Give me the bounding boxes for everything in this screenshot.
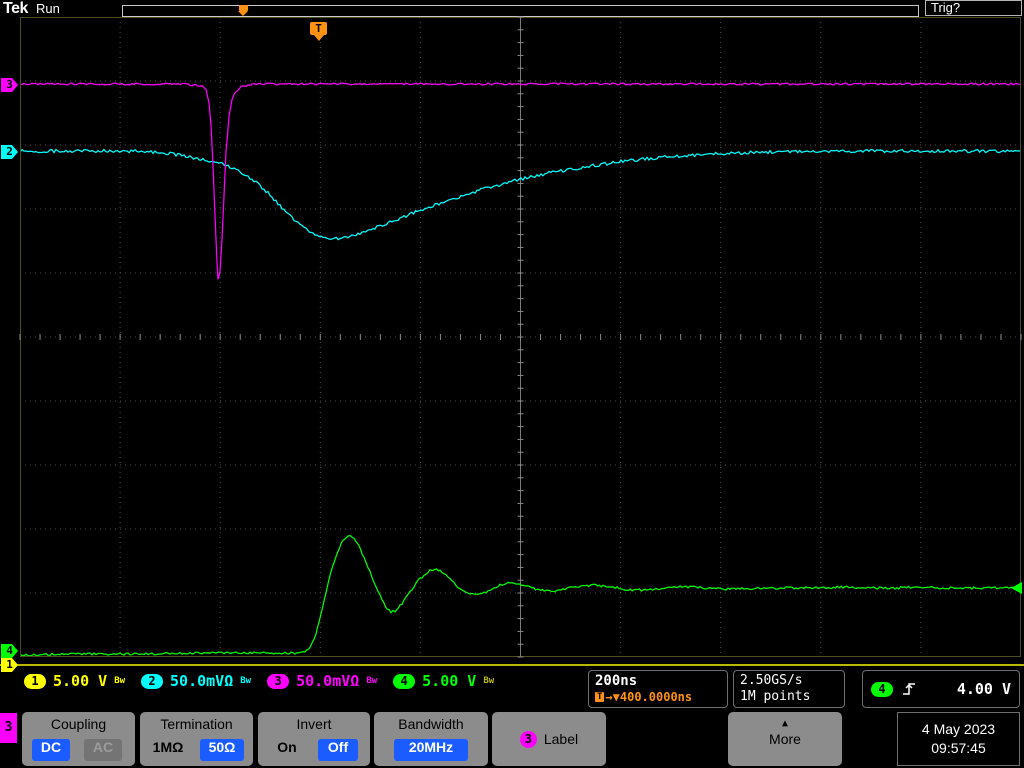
delay-value: 400.0000ns <box>619 690 693 704</box>
label-title: Label <box>543 731 579 747</box>
record-trigger-marker[interactable] <box>237 5 249 16</box>
termination-1m-option[interactable]: 1MΩ <box>146 739 190 761</box>
termination-button[interactable]: Termination 1MΩ 50Ω <box>140 712 253 766</box>
invert-title: Invert <box>296 716 332 732</box>
acquisition-status: Run <box>36 1 60 16</box>
delay-arrows-icon: →▼ <box>605 690 620 704</box>
ch2-scale-readout: 50.0mVΩ <box>170 672 234 690</box>
ch2-bandwidth-limit-icon: Bw <box>240 676 252 686</box>
ch1-badge: 1 <box>24 673 46 689</box>
timebase-scale: 200ns <box>595 673 638 689</box>
bandwidth-title: Bandwidth <box>398 716 464 732</box>
trigger-source-badge: 4 <box>871 681 893 697</box>
bandwidth-button[interactable]: Bandwidth 20MHz <box>374 712 488 766</box>
waveform-display <box>20 17 1021 657</box>
delay-trigger-icon: T <box>595 692 605 702</box>
label-channel-badge: 3 <box>519 730 537 748</box>
datetime-display: 4 May 2023 09:57:45 <box>897 712 1020 766</box>
date-text: 4 May 2023 <box>921 721 996 737</box>
trigger-flag-point-icon <box>313 35 324 41</box>
ch2-badge: 2 <box>141 673 164 689</box>
channel-1-ground-marker[interactable]: 1 <box>1 658 18 672</box>
menu-channel-tab: 3 <box>0 713 17 743</box>
invert-off-option[interactable]: Off <box>318 739 358 761</box>
coupling-dc-option[interactable]: DC <box>32 739 70 761</box>
trigger-flag-icon: T <box>310 22 327 35</box>
acquisition-readout: 2.50GS/s 1M points <box>733 670 845 708</box>
record-length: 1M points <box>740 689 811 704</box>
trigger-readout: 4 4.00 V <box>862 670 1020 708</box>
trigger-status: Trig? <box>925 0 1022 16</box>
coupling-button[interactable]: Coupling DC AC <box>22 712 135 766</box>
sample-rate: 2.50GS/s <box>740 673 803 688</box>
time-text: 09:57:45 <box>931 740 986 756</box>
invert-on-option[interactable]: On <box>270 739 304 761</box>
tek-logo: Tek <box>3 0 28 17</box>
ch1-scale-readout: 5.00 V <box>53 672 108 690</box>
ch3-scale-readout: 50.0mVΩ <box>296 672 360 690</box>
ch3-bandwidth-limit-icon: Bw <box>366 676 378 686</box>
more-title: More <box>769 731 801 747</box>
ch3-badge: 3 <box>267 673 290 689</box>
record-position-bar[interactable] <box>122 5 919 17</box>
channel-4-ground-marker[interactable]: 4 <box>1 644 18 658</box>
bandwidth-20mhz-option[interactable]: 20MHz <box>394 739 468 761</box>
separator-line <box>0 664 1024 666</box>
coupling-title: Coupling <box>50 716 107 732</box>
oscilloscope-screen: Tek Run Trig? T 3 2 4 1 1 5.00 V Bw 2 50… <box>0 0 1024 768</box>
channel-3-ground-marker[interactable]: 3 <box>1 78 18 92</box>
ch4-badge: 4 <box>393 673 416 689</box>
channel-2-ground-marker[interactable]: 2 <box>1 145 18 159</box>
trigger-position-flag[interactable]: T <box>310 22 327 41</box>
label-button[interactable]: 3 Label <box>492 712 606 766</box>
coupling-ac-option[interactable]: AC <box>84 739 122 761</box>
trigger-pin-point-icon <box>238 11 248 16</box>
more-up-arrow-icon: ▲ <box>781 718 789 729</box>
invert-button[interactable]: Invert On Off <box>258 712 370 766</box>
channel-readouts: 1 5.00 V Bw 2 50.0mVΩ Bw 3 50.0mVΩ Bw 4 … <box>24 672 503 690</box>
rising-edge-icon <box>903 683 915 695</box>
ch4-scale-readout: 5.00 V <box>422 672 477 690</box>
termination-50-option[interactable]: 50Ω <box>200 739 244 761</box>
ch1-bandwidth-limit-icon: Bw <box>114 676 126 686</box>
termination-title: Termination <box>160 716 233 732</box>
trigger-delay-readout: T →▼ 400.0000ns <box>595 690 721 704</box>
more-button[interactable]: ▲ More <box>728 712 842 766</box>
horizontal-readout: 200ns T →▼ 400.0000ns <box>588 670 728 708</box>
trigger-level-readout: 4.00 V <box>956 680 1011 698</box>
ch4-bandwidth-limit-icon: Bw <box>483 676 495 686</box>
